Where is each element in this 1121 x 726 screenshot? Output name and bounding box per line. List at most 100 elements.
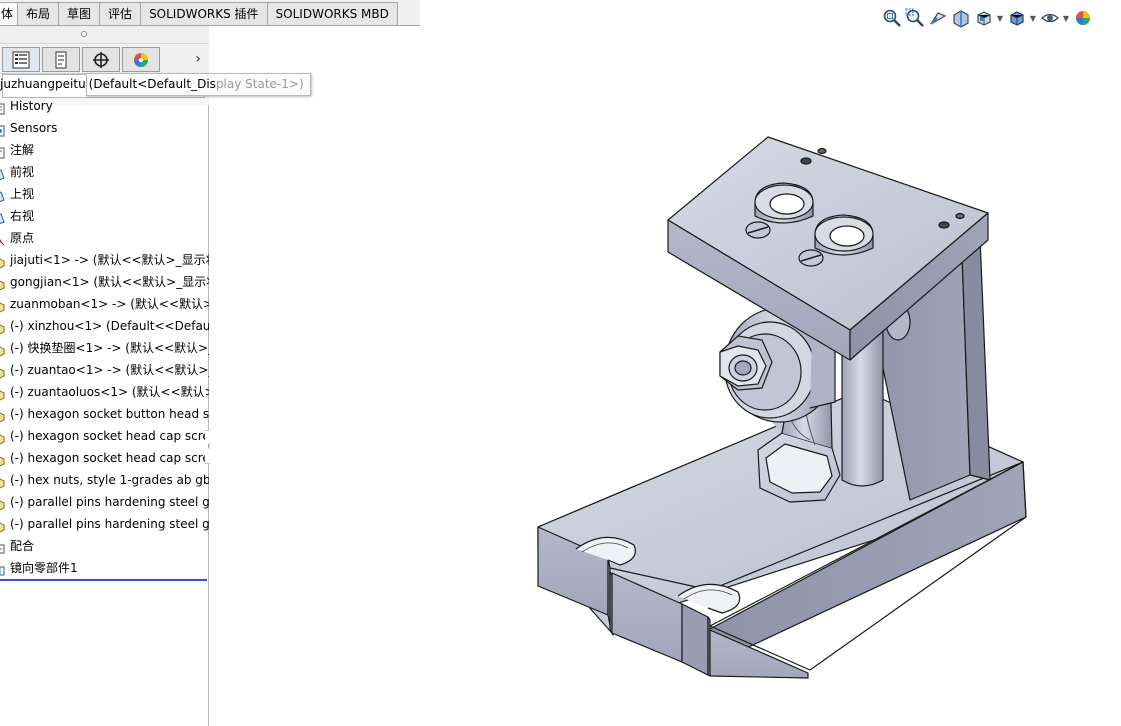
tree-root-state: (Default<Default_Display State-1>) xyxy=(85,73,311,96)
tree-item-label: 右视 xyxy=(10,209,35,223)
edit-appearance-icon[interactable] xyxy=(1071,7,1094,29)
tree-item[interactable]: 前视 xyxy=(0,161,209,183)
tree-item[interactable]: zuanmoban<1> -> (默认<<默认>_ xyxy=(0,293,209,315)
hide-show-items-icon[interactable] xyxy=(1038,7,1061,29)
tree-item-label: jiajuti<1> -> (默认<<默认>_显示状 xyxy=(10,253,209,267)
tree-item[interactable]: (-) hex nuts, style 1-grades ab gb xyxy=(0,469,209,491)
tree-item[interactable]: jiajuti<1> -> (默认<<默认>_显示状 xyxy=(0,249,209,271)
tree-item-label: (-) 快换垫圈<1> -> (默认<<默认>_ xyxy=(10,341,209,355)
tree-item[interactable]: History xyxy=(0,95,209,117)
view-orientation-icon[interactable] xyxy=(972,7,995,29)
tab-solidworks-mbd[interactable]: SOLIDWORKS MBD xyxy=(266,2,398,26)
history-icon xyxy=(0,100,5,115)
command-manager-tabs: 体 布局 草图 评估 SOLIDWORKS 插件 SOLIDWORKS MBD xyxy=(0,0,420,26)
graphics-area[interactable] xyxy=(210,30,1121,726)
display-style-icon[interactable] xyxy=(1005,7,1028,29)
tree-item-label: 配合 xyxy=(10,539,35,553)
hide-show-dropdown-icon[interactable]: ▼ xyxy=(1061,7,1071,29)
tree-item[interactable]: 上视 xyxy=(0,183,209,205)
tree-item-label: History xyxy=(10,99,53,113)
tree-item-label: zuanmoban<1> -> (默认<<默认>_ xyxy=(10,297,209,311)
part-icon xyxy=(0,298,5,313)
tab-sketch[interactable]: 草图 xyxy=(58,2,101,26)
plane-icon xyxy=(0,188,5,203)
panel-splitter[interactable] xyxy=(0,26,209,44)
tree-root-name: juzhuangpeitu xyxy=(0,77,86,91)
origin-icon xyxy=(0,232,5,246)
tree-item[interactable]: (-) parallel pins hardening steel gl xyxy=(0,513,209,535)
part-icon xyxy=(0,254,5,269)
manager-tabs: › xyxy=(0,44,209,74)
tab-solidworks-addins[interactable]: SOLIDWORKS 插件 xyxy=(140,2,268,26)
tree-item-label: 镜向零部件1 xyxy=(10,561,78,575)
tab-evaluate[interactable]: 评估 xyxy=(99,2,142,26)
tree-item-label: (-) hex nuts, style 1-grades ab gb xyxy=(10,473,209,487)
tree-item[interactable]: (-) 快换垫圈<1> -> (默认<<默认>_ xyxy=(0,337,209,359)
tree-item-label: (-) xinzhou<1> (Default<<Default xyxy=(10,319,209,333)
tree-item-label: (-) hexagon socket head cap scre xyxy=(10,429,209,443)
property-manager-icon[interactable] xyxy=(42,47,80,72)
part-icon xyxy=(0,518,5,533)
annotations-icon xyxy=(0,144,5,159)
tree-item[interactable]: (-) xinzhou<1> (Default<<Default xyxy=(0,315,209,337)
tree-item-label: 注解 xyxy=(10,143,35,157)
part-icon xyxy=(0,496,5,511)
jig-assembly-model[interactable] xyxy=(210,30,1121,726)
tab-body[interactable]: 体 xyxy=(0,2,19,26)
part-icon xyxy=(0,386,5,401)
tree-item[interactable]: (-) hexagon socket head cap scre xyxy=(0,447,209,469)
chevron-right-icon[interactable]: › xyxy=(191,49,205,69)
tree-item-label: (-) zuantaoluos<1> (默认<<默认>_ xyxy=(10,385,209,399)
tree-item[interactable]: gongjian<1> (默认<<默认>_显示状 xyxy=(0,271,209,293)
tree-item[interactable]: 镜向零部件1 xyxy=(0,557,209,579)
tree-item[interactable]: 注解 xyxy=(0,139,209,161)
part-icon xyxy=(0,430,5,445)
part-icon xyxy=(0,364,5,379)
tree-item-label: 上视 xyxy=(10,187,35,201)
tree-item-label: (-) hexagon socket head cap scre xyxy=(10,451,209,465)
part-icon xyxy=(0,452,5,467)
display-style-dropdown-icon[interactable]: ▼ xyxy=(1028,7,1038,29)
tree-item[interactable]: Sensors xyxy=(0,117,209,139)
section-view-icon[interactable] xyxy=(949,7,972,29)
display-manager-icon[interactable] xyxy=(122,47,160,72)
tree-item-label: Sensors xyxy=(10,121,58,135)
tab-layout[interactable]: 布局 xyxy=(17,2,60,26)
configuration-manager-icon[interactable] xyxy=(82,47,120,72)
part-icon xyxy=(0,474,5,489)
tree-item[interactable]: (-) zuantaoluos<1> (默认<<默认>_ xyxy=(0,381,209,403)
plane-icon xyxy=(0,210,5,225)
rollback-bar[interactable] xyxy=(0,579,207,581)
tree-root[interactable]: juzhuangpeitu (Default<Default_Display St… xyxy=(0,73,311,96)
tree-item-label: (-) parallel pins hardening steel gl xyxy=(10,495,209,509)
heads-up-view-toolbar: ▼ ▼ ▼ xyxy=(880,6,1094,30)
tree-item[interactable]: (-) hexagon socket head cap scre xyxy=(0,425,209,447)
feature-manager-icon[interactable] xyxy=(2,47,40,72)
zoom-to-fit-icon[interactable] xyxy=(880,7,903,29)
sensors-icon xyxy=(0,122,5,137)
zoom-to-area-icon[interactable] xyxy=(903,7,926,29)
tree-item[interactable]: 配合 xyxy=(0,535,209,557)
feature-tree: History Sensors 注解前视上视右视原点 jiajuti<1> -> (默… xyxy=(0,95,209,585)
view-orientation-dropdown-icon[interactable]: ▼ xyxy=(995,7,1005,29)
part-icon xyxy=(0,408,5,423)
part-icon xyxy=(0,342,5,357)
part-icon xyxy=(0,320,5,335)
mates-icon xyxy=(0,540,5,554)
tree-item[interactable]: 原点 xyxy=(0,227,209,249)
tree-item[interactable]: 右视 xyxy=(0,205,209,227)
tree-item[interactable]: (-) hexagon socket button head sc xyxy=(0,403,209,425)
tree-item-label: gongjian<1> (默认<<默认>_显示状 xyxy=(10,275,209,289)
part-icon xyxy=(0,276,5,291)
tree-item[interactable]: (-) zuantao<1> -> (默认<<默认>_ xyxy=(0,359,209,381)
tree-item-label: 原点 xyxy=(10,231,35,245)
tree-item-label: 前视 xyxy=(10,165,35,179)
tree-item-label: (-) parallel pins hardening steel gl xyxy=(10,517,209,531)
solidworks-window: 体 布局 草图 评估 SOLIDWORKS 插件 SOLIDWORKS MBD … xyxy=(0,0,1121,726)
tree-item[interactable]: (-) parallel pins hardening steel gl xyxy=(0,491,209,513)
mirror-component-icon xyxy=(0,562,5,576)
tree-item-label: (-) hexagon socket button head sc xyxy=(10,407,209,421)
tree-item-label: (-) zuantao<1> -> (默认<<默认>_ xyxy=(10,363,209,377)
plane-icon xyxy=(0,166,5,181)
previous-view-icon[interactable] xyxy=(926,7,949,29)
